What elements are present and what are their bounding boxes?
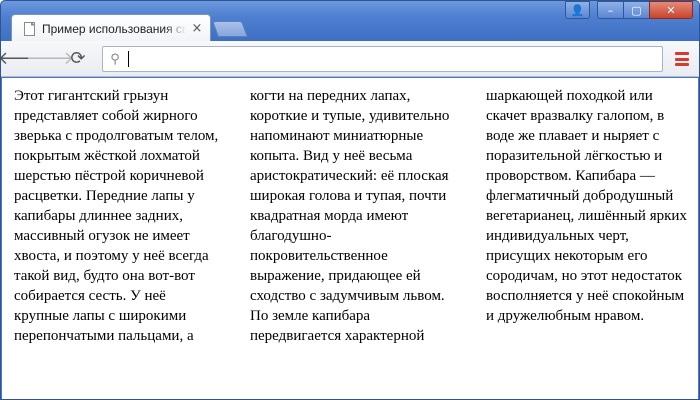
- document-icon: [24, 21, 35, 36]
- new-tab-button[interactable]: [212, 21, 248, 37]
- title-bar: Пример использования сво × 👤 – ▢ ✕: [1, 1, 699, 42]
- browser-window: Пример использования сво × 👤 – ▢ ✕ 🡐 🡒 ⟳…: [0, 0, 700, 400]
- user-icon[interactable]: 👤: [565, 1, 590, 19]
- close-icon[interactable]: ✕: [649, 1, 693, 19]
- minimize-icon[interactable]: –: [597, 1, 624, 19]
- tab-close-button[interactable]: ×: [190, 21, 204, 36]
- address-input[interactable]: [129, 48, 662, 70]
- browser-tab[interactable]: Пример использования сво ×: [11, 14, 211, 42]
- menu-bar-line: [675, 52, 689, 55]
- article-text: Этот гигантский грызун представляет собо…: [14, 88, 687, 344]
- hamburger-menu-icon[interactable]: [675, 52, 689, 66]
- arrow-right-icon[interactable]: 🡒: [26, 46, 74, 72]
- address-bar[interactable]: ⚲: [102, 46, 663, 72]
- page-content: Этот гигантский грызун представляет собо…: [2, 78, 698, 399]
- menu-bar-line: [675, 63, 689, 66]
- toolbar: 🡐 🡒 ⟳ ⚲: [1, 41, 699, 77]
- menu-bar-line: [675, 57, 689, 61]
- window-controls: 👤 – ▢ ✕: [565, 1, 693, 21]
- reload-icon[interactable]: ⟳: [65, 46, 91, 72]
- tab-title: Пример использования сво: [42, 21, 186, 36]
- maximize-icon[interactable]: ▢: [623, 1, 650, 19]
- magnifier-icon: ⚲: [110, 51, 120, 67]
